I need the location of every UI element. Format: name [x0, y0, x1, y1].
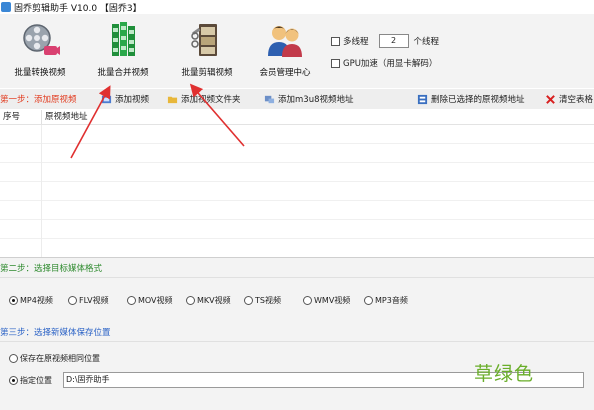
thread-options: 多线程 2 个线程 GPU加速（用显卡解码） — [331, 34, 439, 78]
member-center-label: 会员管理中心 — [259, 68, 311, 78]
add-folder-label: 添加视频文件夹 — [181, 95, 241, 105]
add-video-label: 添加视频 — [115, 95, 150, 105]
film-clapper-icon — [191, 24, 217, 56]
step1-bar: 第一步：添加原视频 添加视频 添加视频文件夹 添加m3u8视频地址 删除已选择的… — [0, 89, 594, 109]
format-ts-radio[interactable] — [244, 296, 253, 305]
app-icon — [1, 2, 11, 12]
save-same-location-option[interactable]: 保存在原视频相同位置 — [9, 353, 100, 364]
add-video-icon — [101, 95, 112, 103]
format-mov-option[interactable]: MOV视频 — [127, 295, 173, 306]
format-ts-option[interactable]: TS视频 — [244, 295, 281, 306]
table-header: 序号 原视频地址 — [0, 110, 594, 125]
step1-title: 第一步：添加原视频 — [0, 95, 77, 105]
format-mp4-radio[interactable] — [9, 296, 18, 305]
format-wmv-radio[interactable] — [303, 296, 312, 305]
main-toolbar: 批量转换视频 批量合并视频 批量剪辑视频 会员管理中心 多线程 2 个线程 GP… — [0, 14, 594, 88]
add-m3u8-button[interactable]: 添加m3u8视频地址 — [264, 93, 353, 105]
format-ts-label: TS视频 — [255, 296, 281, 305]
column-divider — [41, 125, 42, 257]
gpu-checkbox[interactable] — [331, 58, 340, 68]
step2-section: 第二步：选择目标媒体格式 MP4视频 FLV视频 MOV视频 MKV视频 TS视… — [0, 258, 594, 322]
format-mov-label: MOV视频 — [138, 296, 173, 305]
multithread-label: 多线程 — [343, 37, 369, 47]
column-header-index: 序号 — [0, 110, 42, 124]
format-flv-option[interactable]: FLV视频 — [68, 295, 109, 306]
merge-grid-icon — [112, 22, 135, 56]
format-mkv-label: MKV视频 — [197, 296, 231, 305]
batch-merge-label: 批量合并视频 — [97, 68, 149, 78]
film-reel-icon — [23, 24, 60, 55]
step2-title: 第二步：选择目标媒体格式 — [0, 258, 594, 278]
delete-selected-button[interactable]: 删除已选择的原视频地址 — [417, 93, 525, 105]
multithread-checkbox[interactable] — [331, 36, 340, 46]
format-mkv-option[interactable]: MKV视频 — [186, 295, 231, 306]
save-same-location-radio[interactable] — [9, 354, 18, 363]
member-center-button[interactable]: 会员管理中心 — [245, 20, 325, 78]
column-header-path: 原视频地址 — [45, 112, 88, 122]
save-custom-location-option[interactable]: 指定位置 — [9, 375, 52, 386]
clear-table-label: 清空表格 — [559, 95, 594, 105]
gpu-label: GPU加速（用显卡解码） — [343, 59, 438, 69]
batch-convert-button[interactable]: 批量转换视频 — [0, 20, 80, 78]
batch-edit-label: 批量剪辑视频 — [181, 68, 233, 78]
overlay-annotation-text: 草绿色 — [474, 363, 535, 385]
clear-table-button[interactable]: 清空表格 — [545, 93, 593, 105]
save-custom-location-label: 指定位置 — [20, 376, 52, 385]
batch-edit-button[interactable]: 批量剪辑视频 — [167, 20, 247, 78]
users-icon — [268, 26, 302, 57]
format-mp4-option[interactable]: MP4视频 — [9, 295, 53, 306]
save-same-location-label: 保存在原视频相同位置 — [20, 354, 100, 363]
clear-icon — [546, 94, 555, 104]
format-flv-label: FLV视频 — [79, 296, 109, 305]
video-list-table[interactable]: 序号 原视频地址 — [0, 110, 594, 258]
format-wmv-label: WMV视频 — [314, 296, 351, 305]
add-folder-button[interactable]: 添加视频文件夹 — [167, 93, 241, 105]
format-mp4-label: MP4视频 — [20, 296, 53, 305]
table-body — [0, 125, 594, 257]
format-mov-radio[interactable] — [127, 296, 136, 305]
save-custom-location-radio[interactable] — [9, 376, 18, 385]
link-icon — [264, 95, 275, 103]
add-video-button[interactable]: 添加视频 — [101, 93, 149, 105]
window-title: 固乔剪辑助手 V10.0 【固乔3】 — [14, 3, 142, 14]
folder-icon — [167, 96, 178, 103]
title-bar: 固乔剪辑助手 V10.0 【固乔3】 — [0, 0, 594, 14]
thread-count-input[interactable]: 2 — [378, 34, 409, 48]
format-mkv-radio[interactable] — [186, 296, 195, 305]
format-mp3-radio[interactable] — [364, 296, 373, 305]
delete-selected-label: 删除已选择的原视频地址 — [431, 95, 525, 105]
format-flv-radio[interactable] — [68, 296, 77, 305]
format-mp3-label: MP3音频 — [375, 296, 408, 305]
batch-merge-button[interactable]: 批量合并视频 — [83, 20, 163, 78]
format-wmv-option[interactable]: WMV视频 — [303, 295, 350, 306]
format-mp3-option[interactable]: MP3音频 — [364, 295, 408, 306]
step3-title: 第三步：选择新媒体保存位置 — [0, 322, 594, 342]
thread-unit-label: 个线程 — [413, 37, 440, 47]
delete-icon — [417, 94, 428, 104]
batch-convert-label: 批量转换视频 — [14, 68, 66, 78]
add-m3u8-label: 添加m3u8视频地址 — [278, 95, 354, 105]
